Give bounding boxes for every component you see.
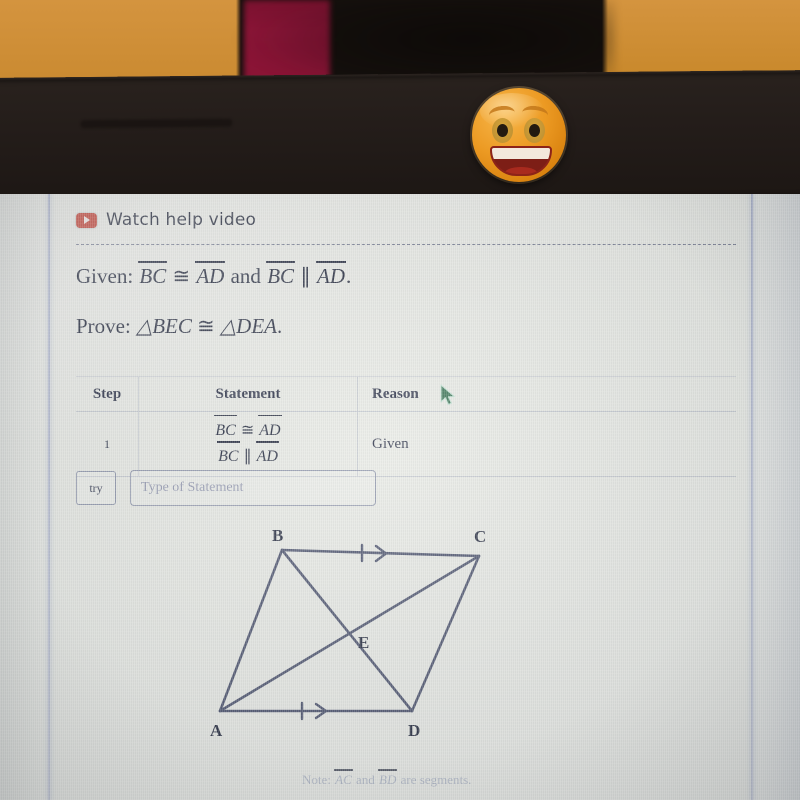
laptop-screen: Watch help video Given: BC ≅ AD and BC ∥…: [0, 194, 800, 800]
given-parallel-symbol: ∥: [300, 264, 311, 288]
note-segment-bd: BD: [378, 769, 398, 787]
tongue: [504, 167, 538, 174]
worksheet-content: Watch help video Given: BC ≅ AD and BC ∥…: [52, 194, 750, 800]
prove-congruent-symbol: ≅: [197, 314, 215, 338]
statement-line-2: BC ∥ AD: [217, 440, 280, 470]
type-of-statement-select[interactable]: Type of Statement: [130, 470, 376, 506]
table-row[interactable]: 1 BC ≅ AD BC ∥ AD Given: [76, 412, 736, 477]
reason-text: Given: [372, 435, 409, 452]
given-segment-bc-2: BC: [266, 261, 295, 288]
given-segment-ad-2: AD: [316, 261, 347, 288]
row1-congruent: ≅: [240, 421, 255, 439]
bezel-slot: [80, 118, 233, 129]
eye-left-icon: [492, 118, 513, 143]
given-segment-bc-1: BC: [138, 261, 168, 288]
eye-right-icon: [524, 118, 545, 143]
row1-parallel: ∥: [243, 448, 252, 465]
prove-period: .: [276, 314, 283, 338]
row1-seg-bc-2: BC: [217, 440, 241, 470]
type-of-statement-placeholder: Type of Statement: [141, 480, 244, 495]
given-congruent-symbol: ≅: [172, 264, 191, 288]
watch-help-video-button[interactable]: Watch help video: [76, 210, 256, 230]
cell-reason: Given: [358, 412, 736, 476]
pupil-right: [529, 124, 540, 137]
cell-step: 1: [76, 412, 139, 476]
cell-statement: BC ≅ AD BC ∥ AD: [139, 412, 358, 476]
header-statement: Statement: [139, 377, 358, 411]
vertex-label-c: C: [474, 527, 486, 546]
smile-mouth-icon: [490, 146, 552, 176]
note-suffix: are segments.: [400, 772, 472, 787]
watch-help-video-label: Watch help video: [106, 210, 257, 230]
smiley-face-webcam-cover-icon[interactable]: [472, 88, 566, 182]
prove-triangle-bec: △BEC: [136, 314, 192, 338]
vertex-label-e: E: [358, 633, 369, 652]
page-margin-right: [753, 194, 800, 800]
page-edge-left: [48, 194, 50, 800]
prove-statement: Prove: △BEC ≅ △DEA.: [76, 314, 282, 339]
given-segment-ad-1: AD: [195, 261, 226, 288]
given-prefix: Given:: [76, 264, 134, 288]
table-header-row: Step Statement Reason: [76, 376, 736, 412]
segment-ac: [218, 554, 481, 713]
step-number: 1: [104, 436, 110, 451]
note-segment-ac: AC: [334, 769, 353, 787]
given-statement: Given: BC ≅ AD and BC ∥ AD.: [76, 261, 352, 289]
note-prefix: Note:: [302, 772, 331, 787]
page-margin-left: [0, 194, 48, 800]
figure-note: Note: AC and BD are segments.: [302, 769, 722, 788]
segment-bc: [280, 548, 481, 558]
dashed-divider: [76, 244, 736, 245]
note-and: and: [356, 772, 375, 787]
given-and: and: [230, 264, 261, 288]
prove-triangle-dea: △DEA: [220, 314, 277, 338]
vertex-label-b: B: [272, 526, 283, 545]
geometry-figure: A B C D E: [210, 526, 486, 740]
statement-entry-bar: try Type of Statement: [76, 470, 376, 506]
vertex-label-d: D: [408, 721, 420, 740]
header-reason: Reason: [372, 385, 419, 402]
youtube-play-icon: [76, 212, 97, 228]
try-button[interactable]: try: [76, 471, 116, 505]
segment-cd: [410, 554, 481, 713]
teeth: [492, 148, 550, 159]
mouse-cursor-arrow-icon: [440, 384, 455, 406]
page-edge-right: [751, 194, 753, 800]
proof-table: Step Statement Reason 1 BC ≅ AD BC ∥ AD …: [76, 376, 736, 477]
header-step: Step: [76, 377, 139, 411]
pupil-left: [497, 124, 508, 137]
laptop-bezel: [0, 70, 800, 202]
segment-bd: [280, 548, 414, 713]
row1-seg-ad-2: AD: [255, 440, 280, 470]
prove-prefix: Prove:: [76, 314, 131, 338]
vertex-label-a: A: [210, 721, 223, 740]
screenshot-root: Watch help video Given: BC ≅ AD and BC ∥…: [0, 0, 800, 800]
given-period: .: [346, 264, 352, 288]
segment-ab: [218, 548, 284, 713]
